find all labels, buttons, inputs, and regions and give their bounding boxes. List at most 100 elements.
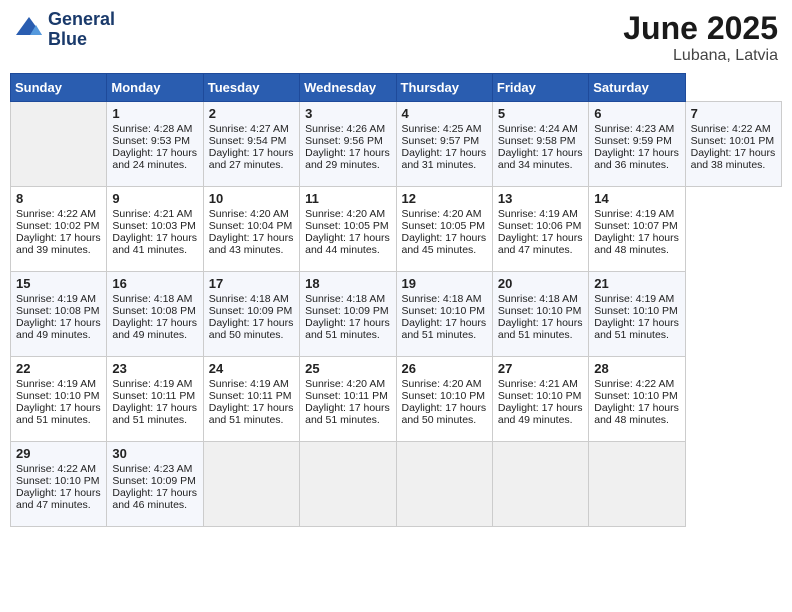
sunset: Sunset: 10:11 PM xyxy=(209,390,292,402)
calendar-title: June 2025 xyxy=(623,10,778,47)
sunrise: Sunrise: 4:18 AM xyxy=(305,293,385,305)
daylight-label: Daylight: 17 hours and 50 minutes. xyxy=(209,317,294,341)
sunset: Sunset: 10:10 PM xyxy=(402,390,485,402)
day-number: 23 xyxy=(112,361,197,376)
daylight-label: Daylight: 17 hours and 44 minutes. xyxy=(305,232,390,256)
calendar-cell: 15Sunrise: 4:19 AMSunset: 10:08 PMDaylig… xyxy=(11,272,107,357)
daylight-label: Daylight: 17 hours and 45 minutes. xyxy=(402,232,487,256)
sunset: Sunset: 10:02 PM xyxy=(16,220,99,232)
day-number: 6 xyxy=(594,106,679,121)
sunrise: Sunrise: 4:18 AM xyxy=(112,293,192,305)
sunrise: Sunrise: 4:23 AM xyxy=(594,123,674,135)
sunrise: Sunrise: 4:20 AM xyxy=(402,378,482,390)
sunset: Sunset: 10:08 PM xyxy=(16,305,99,317)
calendar-cell: 11 Sunrise: 4:20 AMSunset: 10:05 PMDaylig… xyxy=(300,187,396,272)
sunset: Sunset: 9:57 PM xyxy=(402,135,480,147)
day-header-thursday: Thursday xyxy=(396,74,492,102)
sunrise: Sunrise: 4:20 AM xyxy=(305,208,385,220)
sunset: Sunset: 9:53 PM xyxy=(112,135,190,147)
sunset: Sunset: 10:10 PM xyxy=(594,390,677,402)
sunset: Sunset: 10:11 PM xyxy=(112,390,195,402)
calendar-cell: 8Sunrise: 4:22 AMSunset: 10:02 PMDayligh… xyxy=(11,187,107,272)
daylight-label: Daylight: 17 hours and 51 minutes. xyxy=(498,317,583,341)
calendar-table: SundayMondayTuesdayWednesdayThursdayFrid… xyxy=(10,73,782,527)
daylight-label: Daylight: 17 hours and 43 minutes. xyxy=(209,232,294,256)
day-number: 12 xyxy=(402,191,487,206)
page-header: General Blue June 2025 Lubana, Latvia xyxy=(10,10,782,65)
day-number: 19 xyxy=(402,276,487,291)
calendar-cell: 4Sunrise: 4:25 AMSunset: 9:57 PMDaylight… xyxy=(396,102,492,187)
sunset: Sunset: 9:54 PM xyxy=(209,135,287,147)
calendar-cell: 5Sunrise: 4:24 AMSunset: 9:58 PMDaylight… xyxy=(492,102,588,187)
daylight-label: Daylight: 17 hours and 34 minutes. xyxy=(498,147,583,171)
daylight-label: Daylight: 17 hours and 48 minutes. xyxy=(594,402,679,426)
sunrise: Sunrise: 4:25 AM xyxy=(402,123,482,135)
sunrise: Sunrise: 4:22 AM xyxy=(594,378,674,390)
calendar-cell xyxy=(492,442,588,527)
logo-line2: Blue xyxy=(48,30,115,50)
sunrise: Sunrise: 4:23 AM xyxy=(112,463,192,475)
day-header-monday: Monday xyxy=(107,74,203,102)
sunset: Sunset: 10:04 PM xyxy=(209,220,292,232)
sunrise: Sunrise: 4:19 AM xyxy=(16,293,96,305)
sunrise: Sunrise: 4:22 AM xyxy=(16,463,96,475)
day-number: 13 xyxy=(498,191,583,206)
day-number: 1 xyxy=(112,106,197,121)
calendar-cell: 14Sunrise: 4:19 AMSunset: 10:07 PMDaylig… xyxy=(589,187,685,272)
sunrise: Sunrise: 4:26 AM xyxy=(305,123,385,135)
daylight-label: Daylight: 17 hours and 38 minutes. xyxy=(691,147,776,171)
daylight-label: Daylight: 17 hours and 51 minutes. xyxy=(402,317,487,341)
day-number: 27 xyxy=(498,361,583,376)
sunrise: Sunrise: 4:19 AM xyxy=(498,208,578,220)
sunset: Sunset: 10:10 PM xyxy=(498,390,581,402)
day-number: 11 xyxy=(305,191,390,206)
sunrise: Sunrise: 4:21 AM xyxy=(498,378,578,390)
sunset: Sunset: 10:10 PM xyxy=(402,305,485,317)
week-row-4: 22Sunrise: 4:19 AMSunset: 10:10 PMDaylig… xyxy=(11,357,782,442)
day-number: 29 xyxy=(16,446,101,461)
sunset: Sunset: 10:10 PM xyxy=(16,390,99,402)
daylight-label: Daylight: 17 hours and 51 minutes. xyxy=(209,402,294,426)
sunrise: Sunrise: 4:22 AM xyxy=(691,123,771,135)
calendar-cell: 21Sunrise: 4:19 AMSunset: 10:10 PMDaylig… xyxy=(589,272,685,357)
daylight-label: Daylight: 17 hours and 51 minutes. xyxy=(305,317,390,341)
calendar-cell: 28Sunrise: 4:22 AMSunset: 10:10 PMDaylig… xyxy=(589,357,685,442)
sunrise: Sunrise: 4:27 AM xyxy=(209,123,289,135)
calendar-cell: 23Sunrise: 4:19 AMSunset: 10:11 PMDaylig… xyxy=(107,357,203,442)
calendar-cell: 6Sunrise: 4:23 AMSunset: 9:59 PMDaylight… xyxy=(589,102,685,187)
sunrise: Sunrise: 4:21 AM xyxy=(112,208,192,220)
empty-cell xyxy=(11,102,107,187)
daylight-label: Daylight: 17 hours and 49 minutes. xyxy=(112,317,197,341)
sunrise: Sunrise: 4:24 AM xyxy=(498,123,578,135)
day-number: 30 xyxy=(112,446,197,461)
daylight-label: Daylight: 17 hours and 27 minutes. xyxy=(209,147,294,171)
sunrise: Sunrise: 4:18 AM xyxy=(209,293,289,305)
sunset: Sunset: 10:11 PM xyxy=(305,390,388,402)
day-header-tuesday: Tuesday xyxy=(203,74,299,102)
sunset: Sunset: 10:05 PM xyxy=(402,220,485,232)
sunrise: Sunrise: 4:19 AM xyxy=(112,378,192,390)
day-number: 9 xyxy=(112,191,197,206)
calendar-cell: 18Sunrise: 4:18 AMSunset: 10:09 PMDaylig… xyxy=(300,272,396,357)
calendar-cell: 9Sunrise: 4:21 AMSunset: 10:03 PMDayligh… xyxy=(107,187,203,272)
calendar-subtitle: Lubana, Latvia xyxy=(623,47,778,65)
daylight-label: Daylight: 17 hours and 47 minutes. xyxy=(16,487,101,511)
sunset: Sunset: 10:01 PM xyxy=(691,135,774,147)
daylight-label: Daylight: 17 hours and 48 minutes. xyxy=(594,232,679,256)
logo-icon xyxy=(14,15,44,45)
sunset: Sunset: 10:10 PM xyxy=(498,305,581,317)
calendar-cell: 20Sunrise: 4:18 AMSunset: 10:10 PMDaylig… xyxy=(492,272,588,357)
sunrise: Sunrise: 4:18 AM xyxy=(498,293,578,305)
calendar-cell: 26Sunrise: 4:20 AMSunset: 10:10 PMDaylig… xyxy=(396,357,492,442)
day-number: 18 xyxy=(305,276,390,291)
calendar-cell xyxy=(396,442,492,527)
daylight-label: Daylight: 17 hours and 51 minutes. xyxy=(16,402,101,426)
sunset: Sunset: 10:05 PM xyxy=(305,220,388,232)
header-row: SundayMondayTuesdayWednesdayThursdayFrid… xyxy=(11,74,782,102)
calendar-cell: 10Sunrise: 4:20 AMSunset: 10:04 PMDaylig… xyxy=(203,187,299,272)
calendar-cell: 19 Sunrise: 4:18 AMSunset: 10:10 PMDaylig… xyxy=(396,272,492,357)
week-row-1: 1Sunrise: 4:28 AMSunset: 9:53 PMDaylight… xyxy=(11,102,782,187)
sunrise: Sunrise: 4:19 AM xyxy=(594,293,674,305)
calendar-cell xyxy=(300,442,396,527)
sunrise: Sunrise: 4:18 AM xyxy=(402,293,482,305)
